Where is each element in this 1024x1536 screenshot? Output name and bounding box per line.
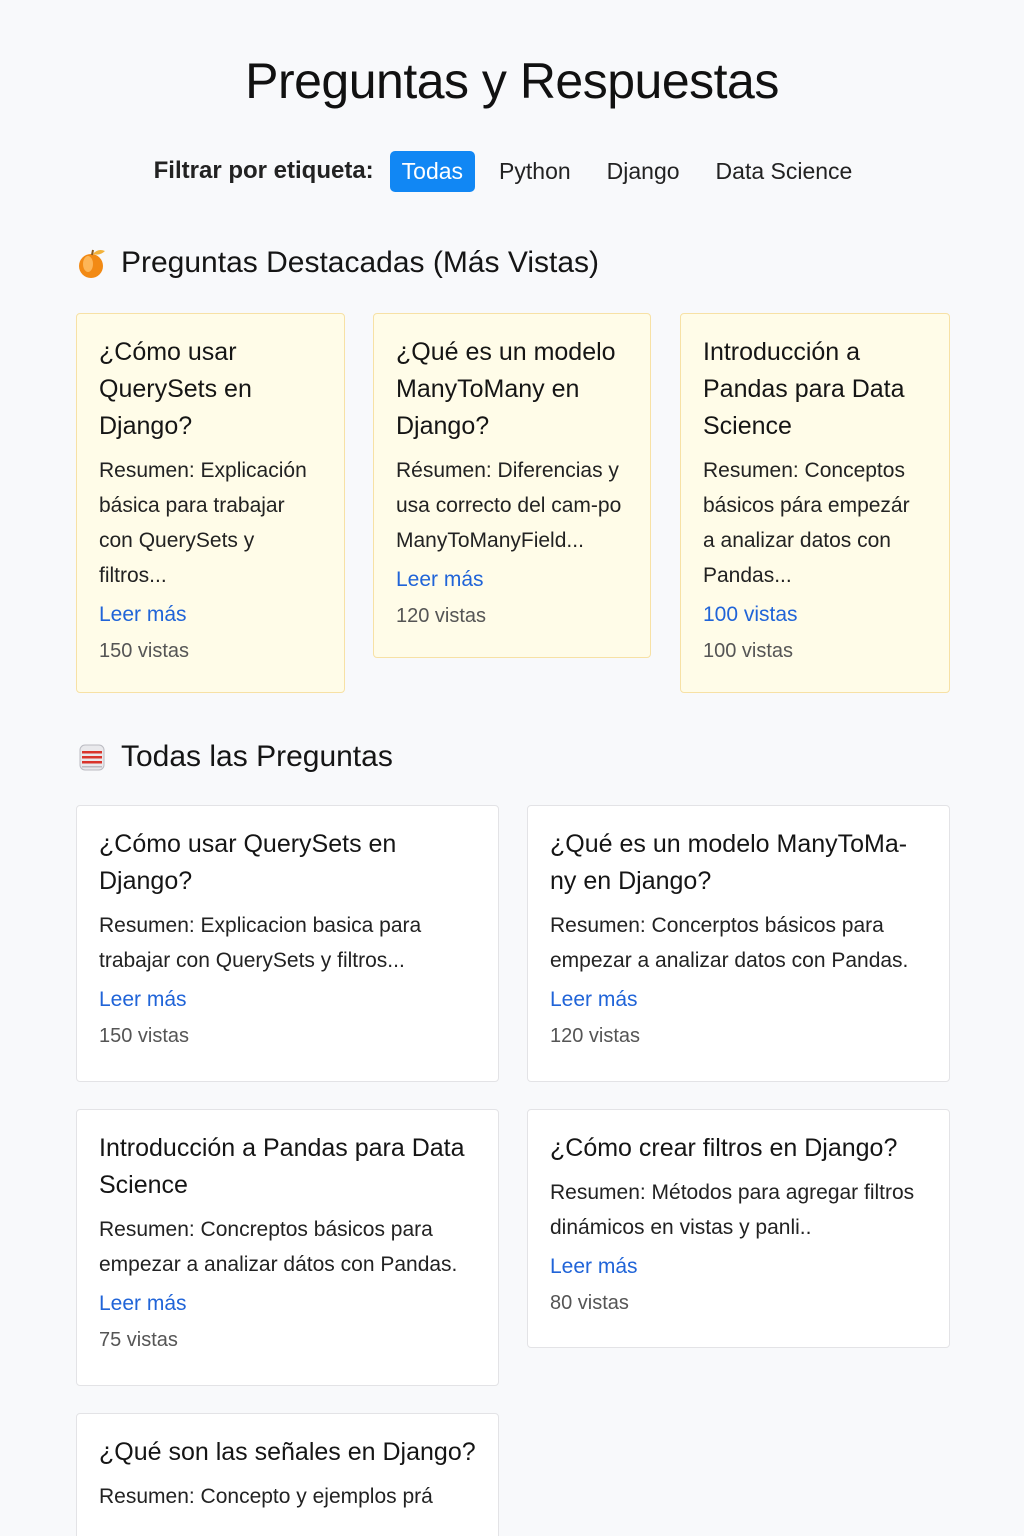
stacked-list-icon	[76, 740, 110, 774]
filter-chip-django[interactable]: Django	[595, 151, 692, 192]
view-count: 80 vistas	[550, 1292, 629, 1314]
view-count: 150 vistas	[99, 640, 190, 662]
view-count: 100 vistas	[703, 640, 794, 662]
filter-chip-todas[interactable]: Todas	[389, 150, 476, 192]
featured-question-card[interactable]: ¿Qué es un modelo ManyToMany en Django? …	[373, 313, 651, 658]
read-more-link[interactable]: 100 vistas	[703, 601, 927, 629]
read-more-link[interactable]: Leer más	[550, 1253, 927, 1281]
question-summary: Resumen: Explicación básica para trabaja…	[99, 459, 307, 587]
all-questions-section-header: Todas las Preguntas	[76, 740, 393, 774]
peach-icon	[76, 246, 110, 280]
read-more-link[interactable]: Leer más	[99, 986, 476, 1014]
question-summary: Resumen: Explicacion basica para trabaja…	[99, 914, 422, 972]
filter-label: Filtrar por etiqueta:	[153, 157, 374, 184]
featured-section-header: Preguntas Destacadas (Más Vistas)	[76, 246, 599, 280]
read-more-link[interactable]: Leer más	[99, 1290, 476, 1318]
read-more-link[interactable]: Leer más	[396, 566, 628, 594]
question-summary: Resumen: Concreptos básicos para empezar…	[99, 1218, 458, 1276]
question-card[interactable]: ¿Cómo usar QuerySets en Django? Resumen:…	[76, 805, 499, 1082]
page-title: Preguntas y Respuestas	[245, 53, 779, 109]
question-summary: Résumen: Diferencias y usa correcto del …	[396, 459, 622, 552]
view-count: 120 vistas	[550, 1025, 641, 1047]
question-title[interactable]: Introducción a Pandas para Data Science	[99, 1130, 476, 1204]
featured-question-card[interactable]: Introducción a Pandas para Data Science …	[680, 313, 950, 693]
question-title[interactable]: ¿Cómo crear filtros en Django?	[550, 1130, 927, 1167]
question-summary: Resumen: Concerptos básicos para empezar…	[550, 914, 909, 972]
question-card[interactable]: ¿Qué es un modelo ManyToMa-ny en Django?…	[527, 805, 950, 1082]
read-more-link[interactable]: Leer más	[550, 986, 927, 1014]
question-card[interactable]: ¿Qué son las señales en Django? Resumen:…	[76, 1413, 499, 1536]
featured-section-title: Preguntas Destacadas (Más Vistas)	[121, 246, 599, 279]
filter-chip-python[interactable]: Python	[487, 151, 583, 192]
view-count: 120 vistas	[396, 605, 487, 627]
filter-chip-data-science[interactable]: Data Science	[704, 151, 865, 192]
view-count: 75 vistas	[99, 1329, 178, 1351]
question-title[interactable]: ¿Qué es un modelo ManyToMany en Django?	[396, 334, 628, 445]
tag-filter-bar: Filtrar por etiqueta: Todas Python Djang…	[0, 149, 1024, 193]
question-summary: Resumen: Concepto y ejemplos prá	[99, 1485, 433, 1508]
question-title[interactable]: ¿Qué son las señales en Django?	[99, 1434, 476, 1471]
all-questions-section-title: Todas las Preguntas	[121, 740, 393, 773]
question-summary: Resumen: Métodos para agregar filtros di…	[550, 1181, 915, 1239]
question-title[interactable]: ¿Cómo usar QuerySets en Django?	[99, 334, 322, 445]
question-summary: Resumen: Conceptos básicos pára empezár …	[703, 459, 910, 587]
view-count: 150 vistas	[99, 1025, 190, 1047]
featured-question-card[interactable]: ¿Cómo usar QuerySets en Django? Resumen:…	[76, 313, 345, 693]
question-title[interactable]: Introducción a Pandas para Data Science	[703, 334, 927, 445]
question-card[interactable]: ¿Cómo crear filtros en Django? Resumen: …	[527, 1109, 950, 1348]
question-title[interactable]: ¿Cómo usar QuerySets en Django?	[99, 826, 476, 900]
question-card[interactable]: Introducción a Pandas para Data Science …	[76, 1109, 499, 1386]
question-title[interactable]: ¿Qué es un modelo ManyToMa-ny en Django?	[550, 826, 927, 900]
read-more-link[interactable]: Leer más	[99, 601, 322, 629]
